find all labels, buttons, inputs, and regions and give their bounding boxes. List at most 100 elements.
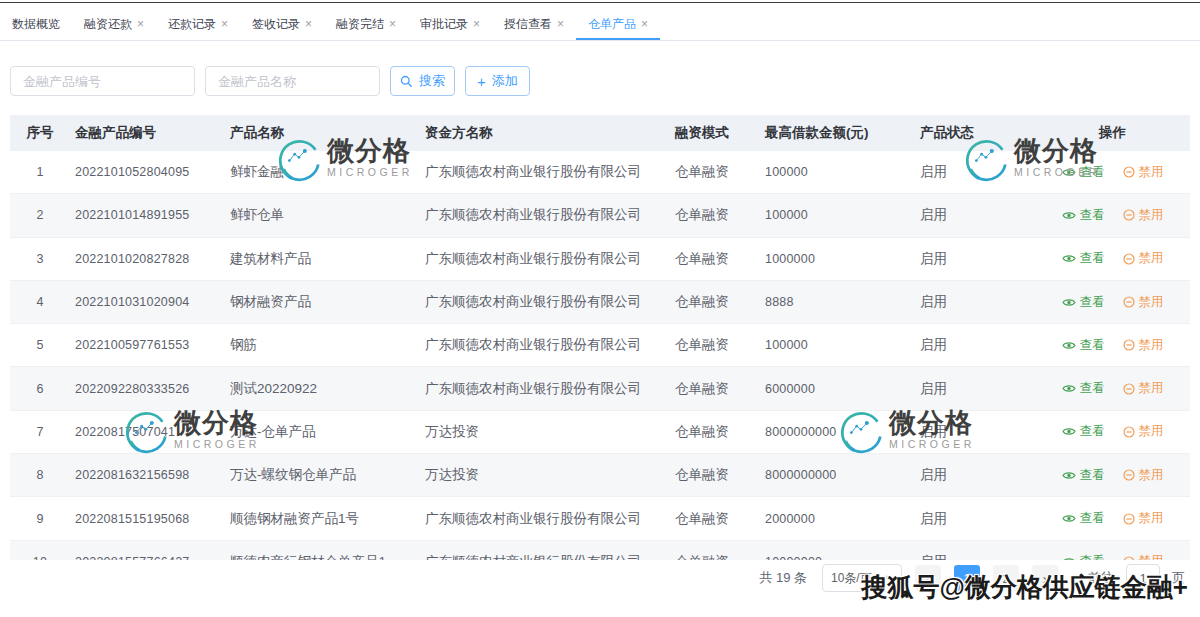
column-header: 产品状态 (915, 115, 1035, 151)
column-header: 资金方名称 (420, 115, 670, 151)
column-header: 操作 (1035, 115, 1190, 151)
cell-funder-name: 广东顺德农村商业银行股份有限公司 (420, 324, 670, 367)
column-header: 序号 (10, 115, 70, 151)
tab-label: 数据概览 (12, 16, 60, 33)
eye-icon (1062, 513, 1076, 524)
product-name-input[interactable] (205, 66, 380, 96)
view-button[interactable]: 查看 (1062, 423, 1105, 440)
product-id-input[interactable] (10, 66, 195, 96)
view-label: 查看 (1080, 553, 1105, 560)
tab-审批记录[interactable]: 审批记录× (408, 8, 492, 40)
tab-数据概览[interactable]: 数据概览 (0, 8, 72, 40)
table-header-row: 序号金融产品编号产品名称资金方名称融资模式最高借款金额(元)产品状态操作 (10, 115, 1190, 151)
page-button-2[interactable]: 2 (993, 565, 1019, 591)
jump-page-input[interactable] (1126, 564, 1160, 592)
cell-finance-mode: 仓单融资 (670, 281, 760, 324)
view-label: 查看 (1080, 380, 1105, 397)
view-button[interactable]: 查看 (1062, 294, 1105, 311)
tab-close-icon[interactable]: × (137, 18, 144, 30)
search-button[interactable]: 搜索 (390, 66, 455, 96)
eye-icon (1062, 556, 1076, 560)
table-row: 22022101014891955鲜虾仓单广东顺德农村商业银行股份有限公司仓单融… (10, 194, 1190, 237)
row-index: 6 (10, 367, 70, 410)
cell-max-amount: 6000000 (760, 367, 915, 410)
cell-finance-mode: 仓单融资 (670, 238, 760, 281)
disable-button[interactable]: 禁用 (1123, 553, 1164, 560)
view-label: 查看 (1080, 294, 1105, 311)
view-button[interactable]: 查看 (1062, 207, 1105, 224)
cell-finance-mode: 仓单融资 (670, 454, 760, 497)
cell-product-name: 顺德农商行钢材仓单产品1 (225, 541, 420, 560)
disable-button[interactable]: 禁用 (1123, 510, 1164, 527)
row-index: 9 (10, 497, 70, 540)
tab-close-icon[interactable]: × (557, 18, 564, 30)
cell-finance-mode: 仓单融资 (670, 324, 760, 367)
search-toolbar: 搜索 + 添加 (10, 66, 1200, 96)
minus-circle-icon (1123, 166, 1135, 178)
cell-product-id: 2022101052804095 (70, 151, 225, 194)
cell-product-id: 2022101014891955 (70, 194, 225, 237)
view-button[interactable]: 查看 (1062, 250, 1105, 267)
cell-max-amount: 2000000 (760, 497, 915, 540)
view-button[interactable]: 查看 (1062, 510, 1105, 527)
view-label: 查看 (1080, 250, 1105, 267)
cell-product-status: 启用 (915, 151, 1035, 194)
disable-label: 禁用 (1139, 250, 1164, 267)
row-index: 7 (10, 411, 70, 454)
table-row: 720220817507041万达-仓单产品万达投资仓单融资8000000000… (10, 411, 1190, 454)
tab-还款记录[interactable]: 还款记录× (156, 8, 240, 40)
tab-label: 融资完结 (336, 16, 384, 33)
view-button[interactable]: 查看 (1062, 164, 1105, 181)
tab-close-icon[interactable]: × (389, 18, 396, 30)
tab-仓单产品[interactable]: 仓单产品× (576, 8, 660, 40)
disable-button[interactable]: 禁用 (1123, 250, 1164, 267)
page-size-select[interactable]: 10条/页 ▼ (822, 564, 902, 592)
jump-suffix: 页 (1172, 569, 1185, 587)
cell-funder-name: 广东顺德农村商业银行股份有限公司 (420, 238, 670, 281)
add-button[interactable]: + 添加 (465, 66, 530, 96)
disable-button[interactable]: 禁用 (1123, 294, 1164, 311)
window-top-border (0, 2, 1200, 3)
disable-button[interactable]: 禁用 (1123, 337, 1164, 354)
disable-button[interactable]: 禁用 (1123, 423, 1164, 440)
cell-actions: 查看 禁用 (1035, 367, 1190, 410)
eye-icon (1062, 167, 1076, 178)
cell-funder-name: 广东顺德农村商业银行股份有限公司 (420, 367, 670, 410)
add-button-label: 添加 (492, 72, 518, 90)
disable-button[interactable]: 禁用 (1123, 467, 1164, 484)
disable-label: 禁用 (1139, 207, 1164, 224)
next-page-button[interactable]: › (1032, 565, 1058, 591)
tab-签收记录[interactable]: 签收记录× (240, 8, 324, 40)
cell-max-amount: 8000000000 (760, 454, 915, 497)
cell-actions: 查看 禁用 (1035, 411, 1190, 454)
column-header: 金融产品编号 (70, 115, 225, 151)
disable-label: 禁用 (1139, 337, 1164, 354)
prev-page-button[interactable]: ‹ (915, 565, 941, 591)
tab-close-icon[interactable]: × (221, 18, 228, 30)
cell-product-status: 启用 (915, 454, 1035, 497)
tab-close-icon[interactable]: × (305, 18, 312, 30)
tab-close-icon[interactable]: × (641, 18, 648, 30)
tab-融资还款[interactable]: 融资还款× (72, 8, 156, 40)
cell-max-amount: 100000 (760, 194, 915, 237)
view-label: 查看 (1080, 510, 1105, 527)
tab-close-icon[interactable]: × (473, 18, 480, 30)
tab-融资完结[interactable]: 融资完结 × (324, 8, 408, 40)
cell-product-status: 启用 (915, 194, 1035, 237)
view-button[interactable]: 查看 (1062, 380, 1105, 397)
cell-actions: 查看 禁用 (1035, 541, 1190, 560)
tab-授信查看[interactable]: 授信查看× (492, 8, 576, 40)
disable-button[interactable]: 禁用 (1123, 380, 1164, 397)
product-table: 序号金融产品编号产品名称资金方名称融资模式最高借款金额(元)产品状态操作 120… (10, 115, 1190, 560)
disable-button[interactable]: 禁用 (1123, 207, 1164, 224)
disable-button[interactable]: 禁用 (1123, 164, 1164, 181)
view-button[interactable]: 查看 (1062, 467, 1105, 484)
view-button[interactable]: 查看 (1062, 553, 1105, 560)
pager: ‹ 12 › (915, 565, 1058, 591)
search-button-label: 搜索 (419, 72, 445, 90)
page-button-1[interactable]: 1 (954, 565, 980, 591)
cell-actions: 查看 禁用 (1035, 281, 1190, 324)
row-index: 10 (10, 541, 70, 560)
cell-product-status: 启用 (915, 541, 1035, 560)
view-button[interactable]: 查看 (1062, 337, 1105, 354)
